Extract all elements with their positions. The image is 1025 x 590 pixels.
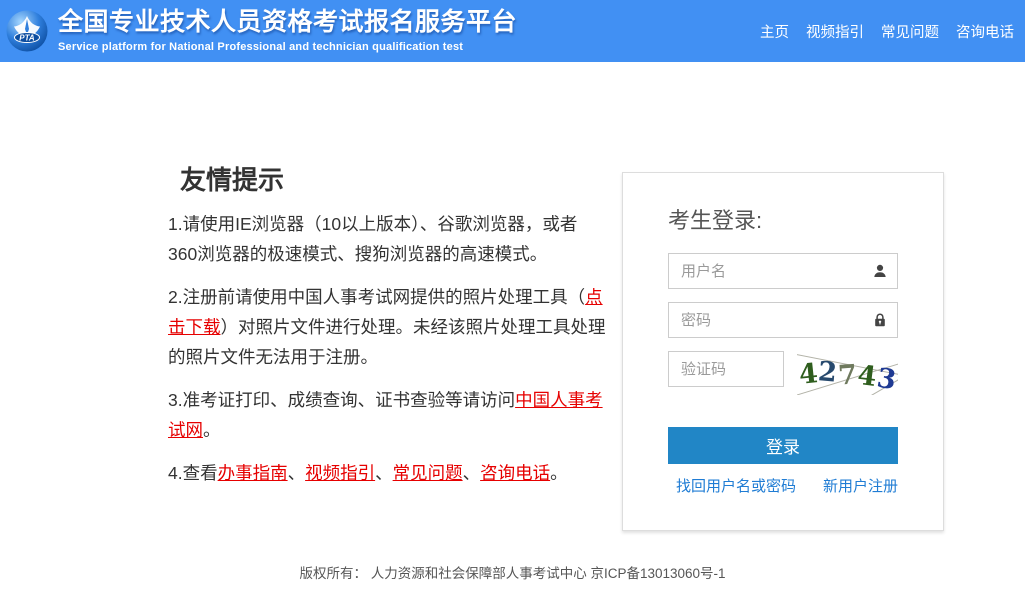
nav-consult-phone[interactable]: 咨询电话	[956, 21, 1014, 42]
page: PTA 全国专业技术人员资格考试报名服务平台 Service platform …	[0, 0, 1025, 590]
captcha-row: 4 2 7 4 3	[668, 351, 898, 395]
tip-cpta-site: 3.准考证打印、成绩查询、证书查验等请访问中国人事考试网。	[168, 385, 606, 445]
login-links: 找回用户名或密码 新用户注册	[676, 475, 898, 496]
login-button[interactable]: 登录	[668, 427, 898, 464]
copyright-text: 版权所有： 人力资源和社会保障部人事考试中心 京ICP备13013060号-1	[299, 566, 725, 581]
captcha-image[interactable]: 4 2 7 4 3	[797, 351, 898, 395]
username-field	[668, 253, 898, 289]
tip-browser-text: 1.请使用IE浏览器（10以上版本）、谷歌浏览器，或者360浏览器的极速模式、搜…	[168, 214, 577, 264]
login-heading: 考生登录:	[668, 203, 898, 235]
captcha-digit: 3	[874, 362, 897, 395]
header-title-block: 全国专业技术人员资格考试报名服务平台 Service platform for …	[58, 9, 517, 53]
tip-cpta-pre: 3.准考证打印、成绩查询、证书查验等请访问	[168, 390, 515, 410]
nav-home[interactable]: 主页	[760, 21, 789, 42]
service-guide-link[interactable]: 办事指南	[218, 463, 288, 483]
captcha-digit: 4	[797, 358, 819, 391]
footer: 版权所有： 人力资源和社会保障部人事考试中心 京ICP备13013060号-1	[0, 562, 1025, 582]
captcha-digit: 7	[837, 359, 858, 391]
top-nav: 主页 视频指引 常见问题 咨询电话	[760, 21, 1014, 42]
tip-photo-tool: 2.注册前请使用中国人事考试网提供的照片处理工具（点击下载）对照片文件进行处理。…	[168, 282, 606, 372]
captcha-input[interactable]	[668, 351, 784, 387]
site-subtitle: Service platform for National Profession…	[58, 41, 517, 53]
period: 。	[550, 463, 568, 483]
separator: 、	[463, 463, 481, 483]
site-title: 全国专业技术人员资格考试报名服务平台	[58, 9, 517, 37]
forgot-credentials-link[interactable]: 找回用户名或密码	[676, 475, 796, 496]
separator: 、	[375, 463, 393, 483]
tip-cpta-post: 。	[203, 420, 221, 440]
password-field	[668, 302, 898, 338]
nav-video-guide[interactable]: 视频指引	[806, 21, 864, 42]
lock-icon	[872, 312, 888, 328]
header: PTA 全国专业技术人员资格考试报名服务平台 Service platform …	[0, 0, 1025, 62]
captcha-digit: 2	[817, 356, 838, 389]
separator: 、	[288, 463, 306, 483]
login-panel: 考生登录: 4 2 7	[622, 172, 944, 531]
tip-resources-pre: 4.查看	[168, 463, 218, 483]
faq-link[interactable]: 常见问题	[393, 463, 463, 483]
user-icon	[872, 263, 888, 279]
nav-faq[interactable]: 常见问题	[881, 21, 939, 42]
tips-section: 友情提示 1.请使用IE浏览器（10以上版本）、谷歌浏览器，或者360浏览器的极…	[168, 165, 606, 488]
password-input[interactable]	[668, 302, 898, 338]
username-input[interactable]	[668, 253, 898, 289]
tip-resources: 4.查看办事指南、视频指引、常见问题、咨询电话。	[168, 458, 606, 488]
logo-pta-text: PTA	[19, 34, 35, 43]
register-link[interactable]: 新用户注册	[823, 475, 898, 496]
tip-photo-pre: 2.注册前请使用中国人事考试网提供的照片处理工具（	[168, 287, 585, 307]
tip-browser: 1.请使用IE浏览器（10以上版本）、谷歌浏览器，或者360浏览器的极速模式、搜…	[168, 209, 606, 269]
consult-phone-link[interactable]: 咨询电话	[480, 463, 550, 483]
tips-heading: 友情提示	[180, 165, 606, 196]
tip-photo-post: ）对照片文件进行处理。未经该照片处理工具处理的照片文件无法用于注册。	[168, 317, 606, 367]
pta-logo-icon: PTA	[5, 9, 49, 53]
video-guide-link[interactable]: 视频指引	[305, 463, 375, 483]
